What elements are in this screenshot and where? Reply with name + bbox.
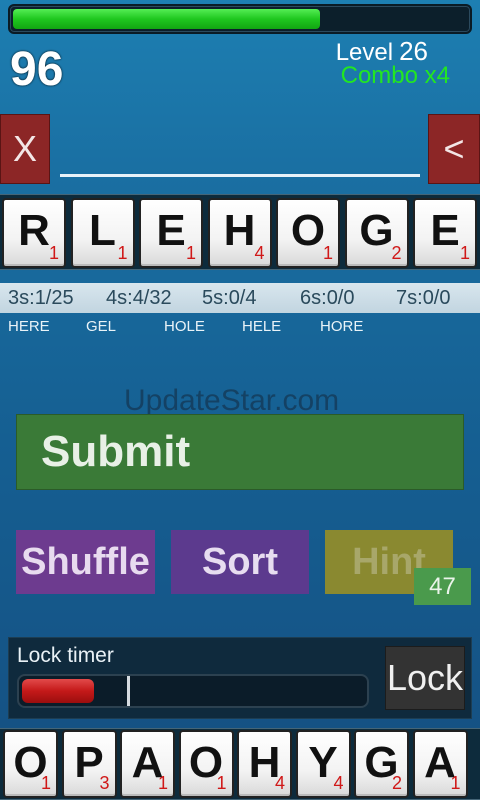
word-count-label: 7s: [396, 287, 423, 309]
rack-tile[interactable]: E1 [139, 198, 203, 268]
tile-points: 4 [274, 773, 285, 793]
score-display: 96 [10, 43, 64, 96]
word-count-value: 0/4 [228, 287, 257, 309]
next-tile[interactable]: G2 [354, 730, 409, 798]
next-tile[interactable]: A1 [120, 730, 175, 798]
word-count-label: 6s: [300, 287, 327, 309]
tile-points: 4 [254, 243, 265, 263]
word-count-value: 1/25 [34, 287, 74, 309]
backspace-button[interactable]: < [428, 114, 480, 184]
tile-points: 1 [459, 243, 470, 263]
clear-word-button[interactable]: X [0, 114, 50, 184]
watermark: UpdateStar.com [124, 384, 340, 417]
rack-tile[interactable]: E1 [413, 198, 477, 268]
next-tile[interactable]: A1 [412, 730, 468, 798]
found-word: HERE [8, 318, 50, 335]
word-input-underline [60, 174, 420, 177]
word-count-value: 0/0 [422, 287, 451, 309]
tile-points: 2 [391, 773, 402, 793]
next-tile[interactable]: O1 [178, 730, 234, 798]
tile-points: 1 [322, 243, 333, 263]
lock-button[interactable]: Lock [385, 646, 465, 710]
tile-points: 1 [157, 773, 168, 793]
rack-tile[interactable]: O1 [276, 198, 340, 268]
next-tile[interactable]: H4 [237, 730, 292, 798]
tile-points: 1 [40, 773, 51, 793]
found-word: HORE [320, 318, 364, 335]
tile-points: 1 [48, 243, 59, 263]
lock-timer-marker [127, 676, 130, 706]
found-word: GEL [86, 318, 117, 335]
next-tile[interactable]: O1 [3, 730, 58, 798]
current-word [60, 120, 420, 170]
word-count-6: 6s:0/0 [300, 287, 355, 310]
found-word: HOLE [164, 318, 205, 335]
combo-display: Combo x4 [340, 62, 450, 89]
word-count-3: 3s:1/25 [8, 287, 74, 310]
lock-timer-fill [22, 679, 94, 703]
level-progress-fill [13, 9, 320, 29]
word-count-value: 4/32 [132, 287, 172, 309]
word-count-label: 5s: [202, 287, 229, 309]
word-count-7: 7s:0/0 [396, 287, 451, 310]
word-count-value: 0/0 [326, 287, 355, 309]
tile-points: 4 [333, 773, 344, 793]
shuffle-button[interactable]: Shuffle [16, 530, 155, 594]
word-length-counts: 3s:1/25 4s:4/32 5s:0/4 6s:0/0 7s:0/0 [0, 283, 480, 313]
rack-tile[interactable]: R1 [2, 198, 66, 268]
lock-timer-bar [17, 674, 369, 708]
word-count-4: 4s:4/32 [106, 287, 172, 310]
upcoming-letter-row: O1P3A1O1H4Y4G2A1 [0, 728, 480, 800]
sort-button[interactable]: Sort [171, 530, 309, 594]
word-count-5: 5s:0/4 [202, 287, 257, 310]
lock-timer-panel: Lock timer Lock [8, 637, 472, 719]
rack-tile[interactable]: G2 [344, 198, 409, 268]
word-count-label: 3s: [8, 287, 35, 309]
rack-tile[interactable]: L1 [70, 198, 135, 268]
tile-points: 1 [450, 773, 461, 793]
next-tile[interactable]: P3 [61, 730, 117, 798]
next-tile[interactable]: Y4 [295, 730, 351, 798]
tile-points: 1 [117, 243, 128, 263]
hint-count-badge: 47 [414, 568, 471, 605]
tile-points: 1 [216, 773, 227, 793]
level-progress-bar [8, 4, 472, 34]
letter-rack: R1L1E1H4O1G2E1 [0, 194, 480, 270]
rack-tile[interactable]: H4 [207, 198, 272, 268]
tile-points: 1 [185, 243, 196, 263]
lock-timer-label: Lock timer [17, 644, 114, 667]
tile-points: 3 [99, 773, 110, 793]
word-count-label: 4s: [106, 287, 133, 309]
tile-points: 2 [391, 243, 402, 263]
submit-button[interactable]: Submit [16, 414, 464, 490]
found-word: HELE [242, 318, 282, 335]
